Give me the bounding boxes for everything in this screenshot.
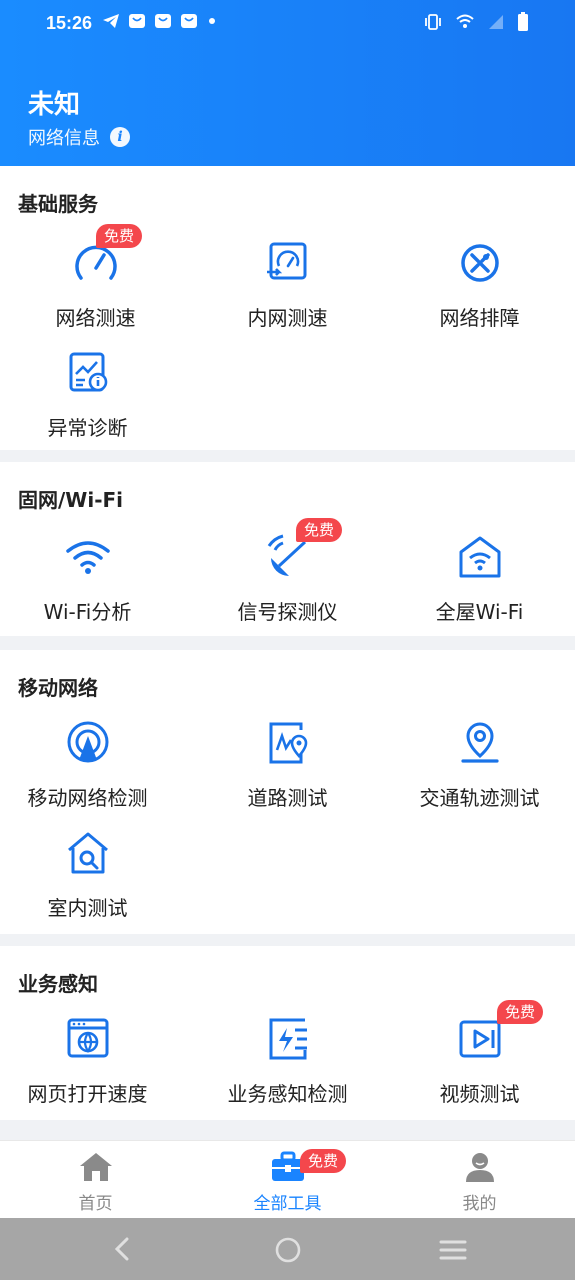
status-time: 15:26 <box>46 13 93 33</box>
tool-label: 业务感知检测 <box>227 1082 348 1106</box>
wifi-icon <box>66 541 110 574</box>
system-nav-bar <box>0 1218 575 1280</box>
section-title: 固网/Wi-Fi <box>18 488 124 512</box>
dot-icon <box>209 18 215 24</box>
tool-service-perception-test[interactable]: 业务感知检测 <box>192 1016 383 1106</box>
webpage-icon <box>67 1018 109 1058</box>
recent-apps-icon[interactable] <box>438 1238 468 1262</box>
tool-label: 异常诊断 <box>47 416 128 440</box>
tool-anomaly-diagnosis[interactable]: 异常诊断 <box>0 350 183 440</box>
vibrate-icon <box>425 14 441 30</box>
tool-intranet-speed-test[interactable]: 内网测速 <box>192 240 383 330</box>
tool-wifi-analysis[interactable]: Wi-Fi分析 <box>0 534 183 624</box>
wifi-status-icon <box>456 14 474 28</box>
status-right-icons <box>423 12 529 32</box>
intranet-speed-icon <box>267 242 307 280</box>
nav-item-home[interactable]: 首页 <box>0 1141 191 1219</box>
service-detect-icon <box>269 1018 307 1060</box>
status-left-icons <box>102 12 218 30</box>
tool-network-speed-test[interactable]: 网络测速 免费 <box>0 224 191 330</box>
nav-label: 我的 <box>462 1194 497 1214</box>
bottom-nav: 首页 全部工具 免费 我的 <box>0 1140 575 1218</box>
section-basic-services: 基础服务 网络测速 免费 内网测速 网络排障 异常诊断 <box>0 166 575 450</box>
free-badge: 免费 <box>96 224 143 248</box>
tool-label: 室内测试 <box>47 896 128 920</box>
cell-signal-icon <box>489 15 503 29</box>
tool-label: 网络测速 <box>55 306 136 330</box>
free-badge: 免费 <box>296 518 343 542</box>
tool-label: 网络排障 <box>439 306 520 330</box>
video-icon <box>459 1020 501 1058</box>
tool-label: 内网测速 <box>247 306 328 330</box>
tool-mobile-network-test[interactable]: 移动网络检测 <box>0 720 183 810</box>
tool-label: 信号探测仪 <box>237 600 338 624</box>
network-info-label: 网络信息 <box>28 128 100 149</box>
cell-tower-icon <box>67 721 109 763</box>
profile-icon <box>466 1153 494 1182</box>
section-title: 基础服务 <box>18 192 98 216</box>
tool-indoor-test[interactable]: 室内测试 <box>0 830 183 920</box>
tool-label: 网页打开速度 <box>27 1082 148 1106</box>
status-bar: 15:26 <box>0 0 575 48</box>
section-title: 业务感知 <box>18 972 98 996</box>
nav-label: 首页 <box>78 1194 113 1214</box>
telegram-icon <box>103 14 119 28</box>
section-mobile-network: 移动网络 移动网络检测 道路测试 交通轨迹测试 室内测试 <box>0 650 575 934</box>
home-button-icon[interactable] <box>274 1236 302 1264</box>
header: 15:26 未知 网络信息 i <box>0 0 575 166</box>
free-badge: 免费 <box>300 1149 347 1173</box>
page-title: 未知 <box>28 90 81 120</box>
tool-network-troubleshoot[interactable]: 网络排障 <box>384 240 575 330</box>
nav-label: 全部工具 <box>253 1194 322 1214</box>
nav-item-all-tools[interactable]: 全部工具 免费 <box>192 1141 383 1219</box>
back-icon[interactable] <box>110 1236 134 1262</box>
shopping-bag-icon <box>181 14 197 28</box>
tool-road-test[interactable]: 道路测试 <box>192 720 383 810</box>
shopping-bag-icon <box>155 14 171 28</box>
diagnosis-icon <box>69 352 108 392</box>
tool-label: 全屋Wi-Fi <box>435 600 524 624</box>
location-pin-icon <box>461 722 499 763</box>
tool-webpage-open-speed[interactable]: 网页打开速度 <box>0 1016 183 1106</box>
house-wifi-icon <box>459 536 501 578</box>
tool-label: Wi-Fi分析 <box>43 600 132 624</box>
road-test-icon <box>269 722 308 764</box>
battery-icon <box>518 12 528 31</box>
tool-video-test[interactable]: 视频测试 免费 <box>384 1000 575 1106</box>
free-badge: 免费 <box>497 1000 544 1024</box>
indoor-search-icon <box>68 832 108 874</box>
tool-traffic-trajectory-test[interactable]: 交通轨迹测试 <box>384 720 575 810</box>
tool-label: 移动网络检测 <box>27 786 148 810</box>
nav-item-mine[interactable]: 我的 <box>384 1141 575 1219</box>
tool-label: 视频测试 <box>439 1082 520 1106</box>
tool-whole-house-wifi[interactable]: 全屋Wi-Fi <box>384 534 575 624</box>
tools-icon <box>461 244 499 282</box>
tool-label: 交通轨迹测试 <box>419 786 540 810</box>
info-icon[interactable]: i <box>110 127 130 147</box>
shopping-bag-icon <box>129 14 145 28</box>
section-service-perception: 业务感知 网页打开速度 业务感知检测 视频测试 免费 <box>0 946 575 1120</box>
tool-signal-detector[interactable]: 信号探测仪 免费 <box>192 518 383 624</box>
section-fixed-wifi: 固网/Wi-Fi Wi-Fi分析 信号探测仪 免费 全屋Wi-Fi <box>0 462 575 636</box>
tool-label: 道路测试 <box>247 786 328 810</box>
network-info-link[interactable]: 网络信息 i <box>28 124 130 150</box>
home-icon <box>80 1153 112 1181</box>
section-title: 移动网络 <box>18 676 98 700</box>
